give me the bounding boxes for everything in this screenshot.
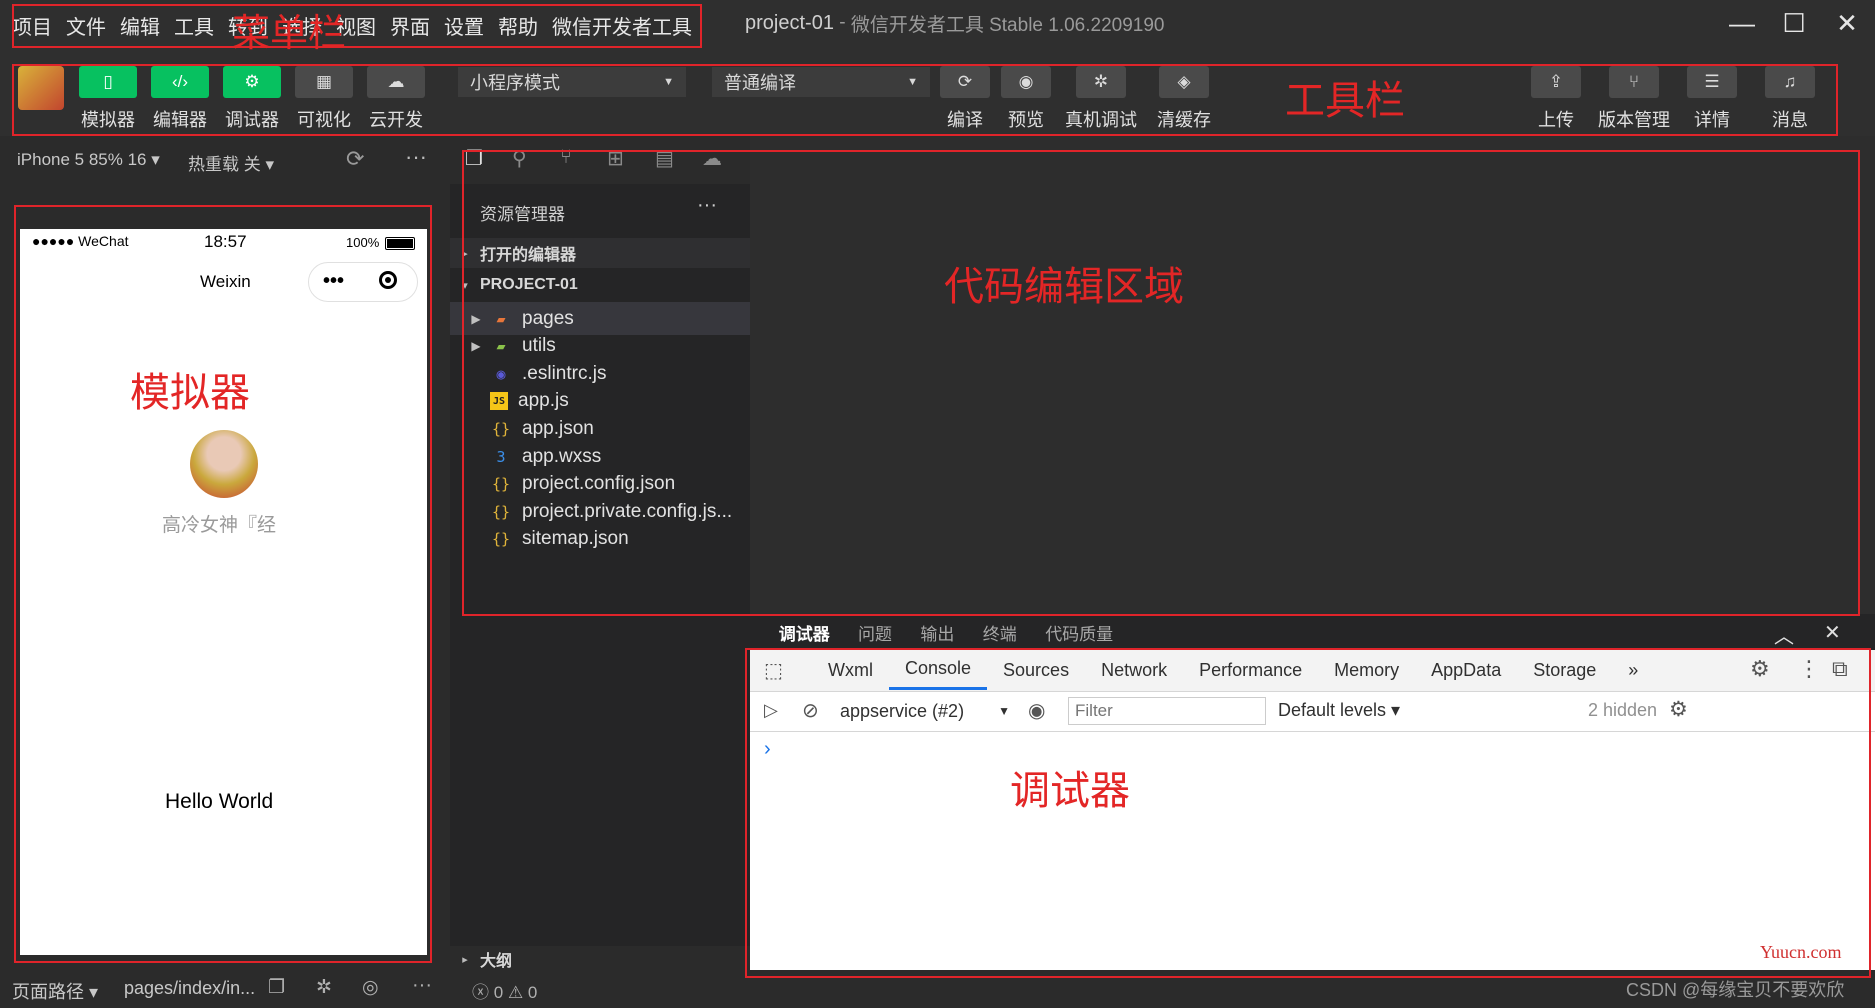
panel-tab[interactable]: 问题 [858, 620, 892, 645]
error-count: 0 [493, 983, 504, 1002]
more-icon[interactable]: ··· [405, 144, 427, 170]
debugger-annotation-box [745, 648, 1871, 978]
status-more-icon[interactable]: ··· [412, 974, 432, 997]
chevron-right-icon: ▸ [462, 953, 468, 966]
close-icon: ✕ [1836, 7, 1858, 38]
copy-icon[interactable]: ❐ [268, 976, 285, 999]
minimize-icon: — [1729, 7, 1755, 38]
window-title-separator: - [833, 12, 851, 33]
close-window-button[interactable]: ✕ [1825, 4, 1869, 42]
debugger-annotation-label: 调试器 [1010, 769, 1130, 813]
device-select-value: iPhone 5 85% 16 [17, 150, 147, 169]
panel-tab-bar: 调试器 问题 输出 终端 代码质量 [750, 614, 1875, 650]
window-title: project-01 - 微信开发者工具 Stable 1.06.2209190 [745, 0, 1165, 46]
page-path-label: 页面路径 [12, 982, 84, 1002]
chevron-up-icon[interactable]: ︿ [1774, 620, 1794, 649]
debug-icon[interactable]: ✲ [316, 976, 332, 999]
menubar-annotation-box [12, 4, 702, 48]
panel-tab[interactable]: 代码质量 [1045, 620, 1113, 645]
toolbar-annotation-label: 工具栏 [1285, 79, 1405, 123]
panel-tab[interactable]: 输出 [920, 620, 954, 645]
toolbar-annotation-box [12, 64, 1838, 136]
device-select[interactable]: iPhone 5 85% 16 ▾ [17, 150, 160, 170]
hot-reload-value: 热重载 关 [188, 155, 261, 174]
page-path: pages/index/in... [124, 978, 256, 998]
problems-counter[interactable]: ⓧ 0 ⚠ 0 [472, 978, 537, 1003]
simulator-annotation-label: 模拟器 [130, 371, 250, 415]
warning-count: 0 [527, 983, 538, 1002]
warning-icon: ⚠ [507, 983, 524, 1002]
close-panel-icon[interactable]: ✕ [1824, 620, 1841, 645]
menubar-annotation-label: 菜单栏 [232, 13, 347, 55]
page-path-select[interactable]: 页面路径 ▾ [12, 978, 98, 1004]
error-icon: ⓧ [472, 983, 489, 1002]
panel-tab[interactable]: 调试器 [779, 620, 830, 645]
window-app-version: 微信开发者工具 Stable 1.06.2209190 [850, 14, 1165, 36]
minimize-button[interactable]: — [1720, 4, 1764, 42]
simulator-annotation-box [14, 205, 432, 963]
simulator-toolbar: iPhone 5 85% 16 ▾ 热重载 关 ▾ ⟳ ··· [0, 136, 450, 184]
hot-reload-toggle[interactable]: 热重载 关 ▾ [188, 150, 274, 175]
maximize-button[interactable]: ☐ [1772, 4, 1816, 42]
panel-tab[interactable]: 终端 [983, 620, 1017, 645]
editor-annotation-label: 代码编辑区域 [944, 265, 1184, 309]
refresh-icon[interactable]: ⟳ [346, 146, 364, 172]
outline-label: 大纲 [480, 953, 513, 970]
maximize-icon: ☐ [1782, 7, 1806, 38]
preview-eye-icon[interactable]: ◎ [362, 976, 379, 999]
window-project-name: project-01 [745, 11, 834, 34]
csdn-watermark: CSDN @每缘宝贝不要欢欣 [1626, 980, 1845, 1000]
editor-annotation-box [462, 150, 1860, 616]
